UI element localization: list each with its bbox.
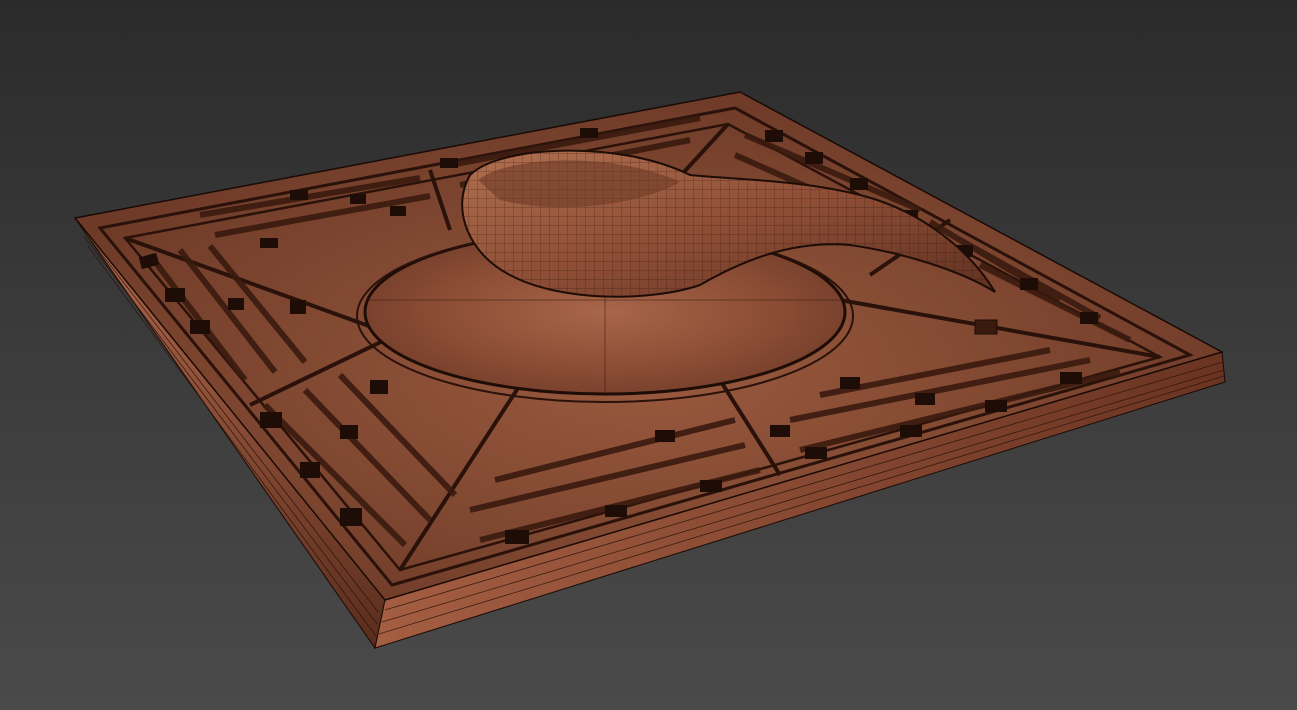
3d-viewport[interactable] (0, 0, 1297, 710)
scene-render (73, 91, 1226, 650)
center-marker (974, 319, 998, 335)
